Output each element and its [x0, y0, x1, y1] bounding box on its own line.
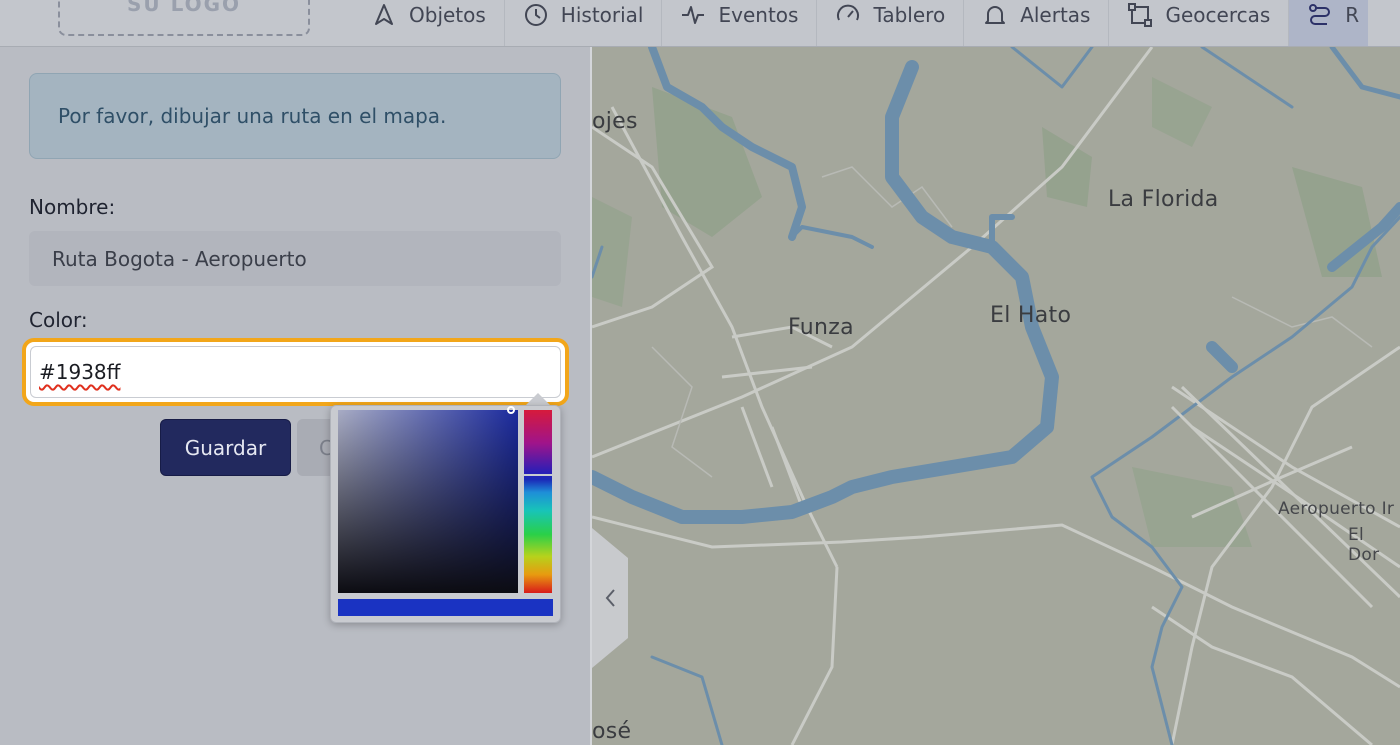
- info-alert: Por favor, dibujar una ruta en el mapa.: [29, 73, 561, 159]
- route-icon: [1309, 4, 1331, 25]
- map-label-el-hato: El Hato: [990, 303, 1072, 328]
- nav-item-objetos[interactable]: Objetos: [355, 0, 504, 46]
- nav-item-geocercas[interactable]: Geocercas: [1108, 0, 1289, 46]
- nav-item-rutas[interactable]: R: [1288, 0, 1369, 46]
- name-label: Nombre:: [29, 195, 116, 219]
- chevron-left-icon: [605, 589, 615, 607]
- saturation-cursor[interactable]: [507, 406, 515, 414]
- color-input-focus-ring: #1938ff: [22, 338, 569, 406]
- nav-item-alertas[interactable]: Alertas: [963, 0, 1109, 46]
- panel-divider: [590, 47, 592, 745]
- hue-slider-handle[interactable]: [522, 474, 554, 476]
- geofence-icon: [1128, 3, 1153, 27]
- gauge-icon: [837, 4, 860, 21]
- bell-icon: [985, 6, 1006, 24]
- nav-item-historial[interactable]: Historial: [503, 0, 662, 46]
- map-label-el-dorado: El Dor: [1348, 525, 1380, 565]
- route-form-panel: Por favor, dibujar una ruta en el mapa. …: [0, 47, 590, 745]
- color-picker-popup: [330, 405, 561, 623]
- map-label-jose: osé: [592, 719, 632, 744]
- main-nav: Objetos Historial Eventos Tablero Alerta…: [355, 0, 1369, 46]
- pulse-icon: [682, 6, 705, 24]
- map-label-la-florida: La Florida: [1108, 187, 1219, 212]
- color-picker-arrow: [526, 393, 550, 405]
- color-label: Color:: [29, 308, 88, 332]
- map-label-funza: Funza: [788, 315, 854, 340]
- nav-item-eventos[interactable]: Eventos: [661, 0, 817, 46]
- name-input[interactable]: Ruta Bogota - Aeropuerto: [29, 231, 561, 286]
- nav-item-tablero[interactable]: Tablero: [816, 0, 964, 46]
- map-canvas[interactable]: ojes La Florida Funza El Hato Aeropuerto…: [592, 47, 1400, 745]
- logo-placeholder[interactable]: SU LOGO: [58, 0, 310, 36]
- color-input[interactable]: #1938ff: [30, 346, 561, 398]
- hue-slider[interactable]: [524, 410, 552, 593]
- map-label-ojes: ojes: [592, 109, 638, 134]
- top-navigation-bar: SU LOGO Objetos Historial Eventos Tabler…: [0, 0, 1400, 47]
- color-preview-swatch: [338, 599, 553, 616]
- clock-icon: [524, 4, 547, 26]
- map-tiles: [592, 47, 1400, 745]
- saturation-value-area[interactable]: [338, 406, 518, 593]
- navigation-arrow-icon: [375, 4, 393, 25]
- save-button[interactable]: Guardar: [160, 419, 291, 476]
- map-label-aeropuerto: Aeropuerto Ir: [1278, 499, 1395, 519]
